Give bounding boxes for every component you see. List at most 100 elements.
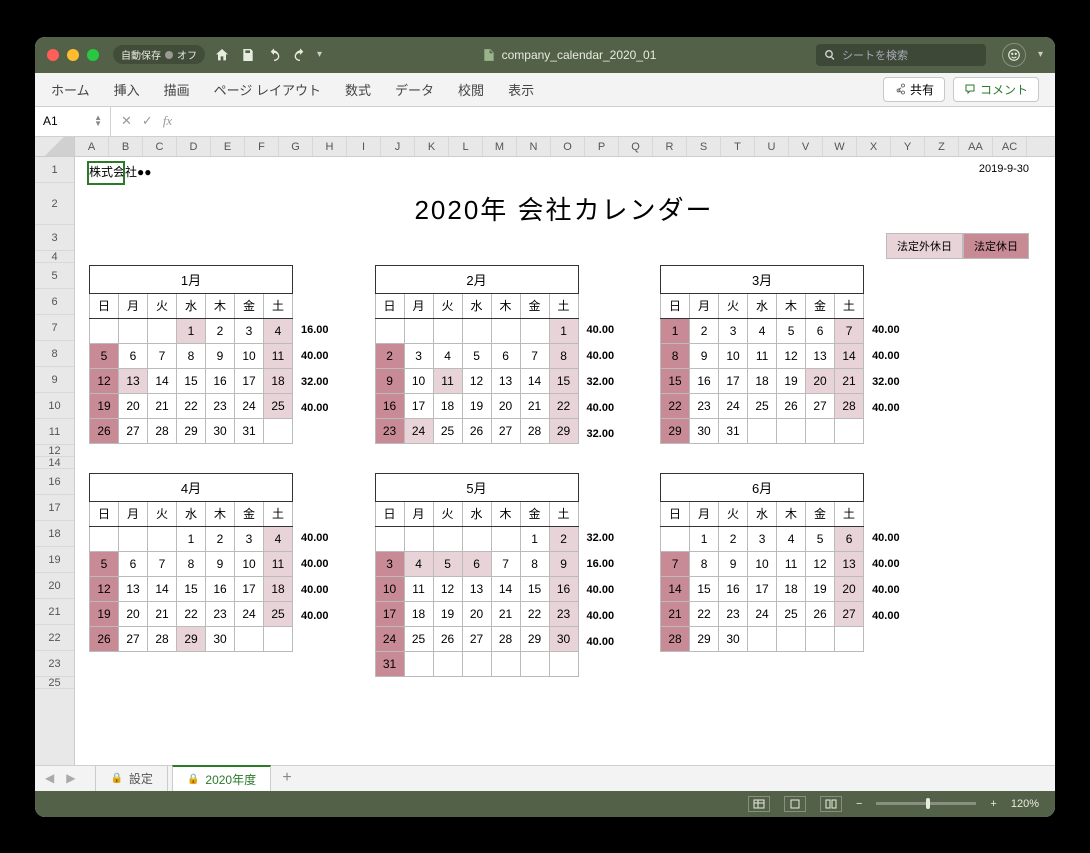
day-cell[interactable]: 5 xyxy=(777,318,806,343)
day-cell[interactable]: 8 xyxy=(661,343,690,368)
row-header[interactable]: 11 xyxy=(35,419,74,445)
day-cell[interactable]: 5 xyxy=(90,551,119,576)
row-header[interactable]: 4 xyxy=(35,251,74,263)
day-cell[interactable] xyxy=(264,418,293,443)
day-cell[interactable]: 3 xyxy=(375,551,404,576)
row-header[interactable]: 6 xyxy=(35,289,74,315)
day-cell[interactable]: 17 xyxy=(375,601,404,626)
company-name-cell[interactable]: 株式会社●● xyxy=(89,163,152,180)
day-cell[interactable]: 19 xyxy=(777,368,806,393)
col-header[interactable]: I xyxy=(347,137,381,156)
day-cell[interactable]: 19 xyxy=(806,576,835,601)
chevron-down-icon[interactable]: ▾ xyxy=(317,49,322,60)
row-header[interactable]: 5 xyxy=(35,263,74,289)
day-cell[interactable]: 21 xyxy=(835,368,864,393)
col-header[interactable]: F xyxy=(245,137,279,156)
row-header[interactable]: 22 xyxy=(35,625,74,651)
day-cell[interactable]: 27 xyxy=(119,418,148,443)
day-cell[interactable]: 11 xyxy=(264,551,293,576)
day-cell[interactable]: 28 xyxy=(835,393,864,418)
day-cell[interactable] xyxy=(462,651,491,676)
day-cell[interactable]: 18 xyxy=(748,368,777,393)
cell-reference[interactable]: A1 ▲▼ xyxy=(35,107,111,136)
day-cell[interactable] xyxy=(148,526,177,551)
day-cell[interactable]: 11 xyxy=(777,551,806,576)
day-cell[interactable]: 24 xyxy=(404,418,433,443)
day-cell[interactable] xyxy=(404,651,433,676)
day-cell[interactable]: 18 xyxy=(433,393,462,418)
day-cell[interactable]: 4 xyxy=(264,318,293,343)
day-cell[interactable]: 8 xyxy=(549,343,578,368)
day-cell[interactable]: 4 xyxy=(433,343,462,368)
day-cell[interactable] xyxy=(462,318,491,343)
day-cell[interactable]: 15 xyxy=(549,368,578,393)
day-cell[interactable]: 7 xyxy=(148,551,177,576)
row-header[interactable]: 17 xyxy=(35,495,74,521)
zoom-in-button[interactable]: + xyxy=(990,798,996,810)
day-cell[interactable]: 19 xyxy=(462,393,491,418)
day-cell[interactable]: 30 xyxy=(690,418,719,443)
day-cell[interactable]: 22 xyxy=(690,601,719,626)
col-header[interactable]: R xyxy=(653,137,687,156)
day-cell[interactable]: 28 xyxy=(520,418,549,443)
day-cell[interactable]: 26 xyxy=(806,601,835,626)
row-header[interactable]: 3 xyxy=(35,225,74,251)
day-cell[interactable] xyxy=(119,526,148,551)
day-cell[interactable]: 29 xyxy=(177,418,206,443)
maximize-icon[interactable] xyxy=(87,49,99,61)
day-cell[interactable]: 4 xyxy=(748,318,777,343)
day-cell[interactable]: 14 xyxy=(520,368,549,393)
col-header[interactable]: S xyxy=(687,137,721,156)
day-cell[interactable] xyxy=(375,318,404,343)
day-cell[interactable] xyxy=(549,651,578,676)
day-cell[interactable]: 15 xyxy=(177,368,206,393)
spinner-icon[interactable]: ▲▼ xyxy=(94,115,102,127)
close-icon[interactable] xyxy=(47,49,59,61)
day-cell[interactable]: 18 xyxy=(264,368,293,393)
day-cell[interactable]: 15 xyxy=(520,576,549,601)
day-cell[interactable]: 19 xyxy=(90,393,119,418)
day-cell[interactable]: 10 xyxy=(375,576,404,601)
col-header[interactable]: X xyxy=(857,137,891,156)
day-cell[interactable]: 25 xyxy=(404,626,433,651)
day-cell[interactable]: 25 xyxy=(777,601,806,626)
day-cell[interactable]: 18 xyxy=(404,601,433,626)
tab-review[interactable]: 校閲 xyxy=(458,80,484,99)
tab-page-layout[interactable]: ページ レイアウト xyxy=(214,80,321,99)
day-cell[interactable]: 3 xyxy=(235,318,264,343)
row-header[interactable]: 7 xyxy=(35,315,74,341)
day-cell[interactable]: 3 xyxy=(719,318,748,343)
day-cell[interactable]: 17 xyxy=(748,576,777,601)
day-cell[interactable]: 1 xyxy=(177,526,206,551)
day-cell[interactable]: 29 xyxy=(177,626,206,651)
day-cell[interactable]: 5 xyxy=(90,343,119,368)
col-header[interactable]: AC xyxy=(993,137,1027,156)
day-cell[interactable]: 15 xyxy=(661,368,690,393)
day-cell[interactable]: 14 xyxy=(491,576,520,601)
day-cell[interactable]: 14 xyxy=(661,576,690,601)
day-cell[interactable]: 23 xyxy=(206,601,235,626)
day-cell[interactable]: 6 xyxy=(806,318,835,343)
day-cell[interactable] xyxy=(835,626,864,651)
home-icon[interactable] xyxy=(213,46,231,64)
col-header[interactable]: A xyxy=(75,137,109,156)
undo-icon[interactable] xyxy=(265,46,283,64)
day-cell[interactable]: 24 xyxy=(719,393,748,418)
day-cell[interactable]: 21 xyxy=(661,601,690,626)
sheet-tab-2020[interactable]: 🔒 2020年度 xyxy=(172,765,271,792)
day-cell[interactable]: 17 xyxy=(404,393,433,418)
sheet-tab-settings[interactable]: 🔒 設定 xyxy=(95,765,167,791)
day-cell[interactable]: 9 xyxy=(375,368,404,393)
col-header[interactable]: U xyxy=(755,137,789,156)
day-cell[interactable] xyxy=(235,626,264,651)
day-cell[interactable]: 25 xyxy=(433,418,462,443)
day-cell[interactable]: 7 xyxy=(148,343,177,368)
prev-sheet-icon[interactable]: ◀ xyxy=(45,771,54,785)
day-cell[interactable]: 18 xyxy=(264,576,293,601)
day-cell[interactable]: 21 xyxy=(148,601,177,626)
day-cell[interactable]: 13 xyxy=(119,368,148,393)
day-cell[interactable]: 13 xyxy=(806,343,835,368)
tab-formulas[interactable]: 数式 xyxy=(345,80,371,99)
day-cell[interactable] xyxy=(90,318,119,343)
day-cell[interactable] xyxy=(491,651,520,676)
